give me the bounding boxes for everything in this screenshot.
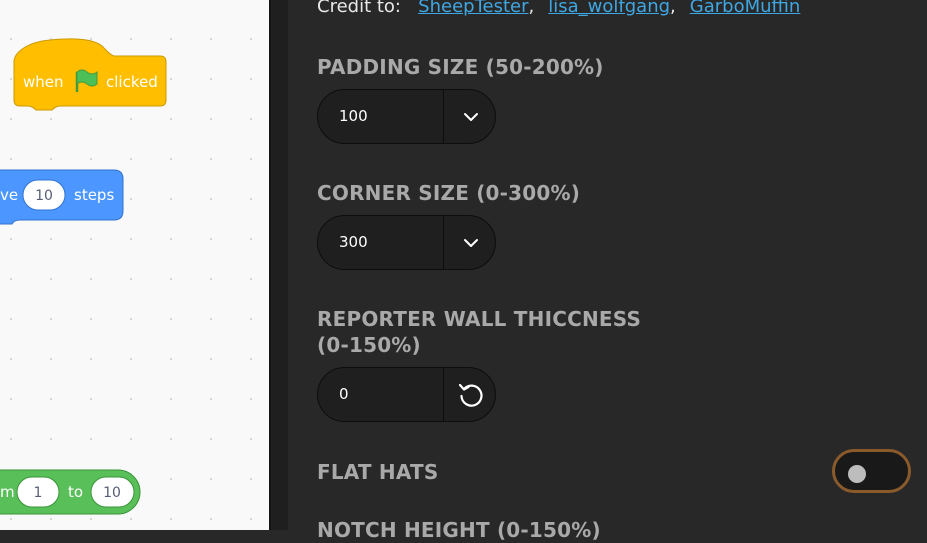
panel-divider	[269, 0, 288, 530]
code-workspace[interactable]: when clicked ve 10 steps m 1 to 10	[0, 0, 269, 530]
corner-size-value: 300	[339, 233, 368, 251]
flat-hats-label: FLAT HATS	[317, 460, 439, 484]
corner-size-select[interactable]: 300	[317, 215, 496, 270]
reporter-wall-value: 0	[339, 385, 349, 403]
operator-to-label: to	[68, 483, 83, 501]
reporter-wall-input[interactable]: 0	[317, 367, 496, 422]
credit-link-lisa-wolfgang[interactable]: lisa_wolfgang	[548, 0, 670, 17]
reporter-wall-label: REPORTER WALL THICCNESS (0-150%)	[317, 306, 641, 358]
padding-size-label: PADDING SIZE (50-200%)	[317, 55, 604, 79]
corner-size-label: CORNER SIZE (0-300%)	[317, 181, 581, 205]
reporter-wall-label-line1: REPORTER WALL THICCNESS	[317, 307, 642, 331]
padding-size-select[interactable]: 100	[317, 89, 496, 144]
credit-link-sheeptester[interactable]: SheepTester	[418, 0, 528, 17]
reporter-wall-reset-button[interactable]	[443, 368, 495, 421]
from-value: 1	[34, 485, 43, 501]
flat-hats-toggle[interactable]	[832, 449, 911, 493]
credit-separator: ,	[528, 0, 535, 17]
operator-prefix-label: m	[0, 483, 15, 501]
chevron-down-icon	[463, 112, 478, 121]
corner-size-dropdown-button[interactable]	[443, 216, 495, 269]
credit-link-garbomuffin[interactable]: GarboMuffin	[690, 0, 801, 17]
reporter-wall-label-line2: (0-150%)	[317, 333, 421, 357]
padding-size-value: 100	[339, 107, 368, 125]
padding-size-dropdown-button[interactable]	[443, 90, 495, 143]
reset-icon	[458, 383, 483, 407]
notch-height-label: NOTCH HEIGHT (0-150%)	[317, 518, 601, 542]
to-value: 10	[103, 485, 121, 501]
chevron-down-icon	[463, 238, 478, 247]
toggle-knob	[848, 465, 866, 483]
credits-line: Credit to: SheepTester, lisa_wolfgang, Gar…	[317, 0, 800, 17]
credits-label: Credit to:	[317, 0, 401, 17]
random-range-block[interactable]: m 1 to 10	[0, 0, 269, 530]
credit-separator: ,	[670, 0, 676, 17]
